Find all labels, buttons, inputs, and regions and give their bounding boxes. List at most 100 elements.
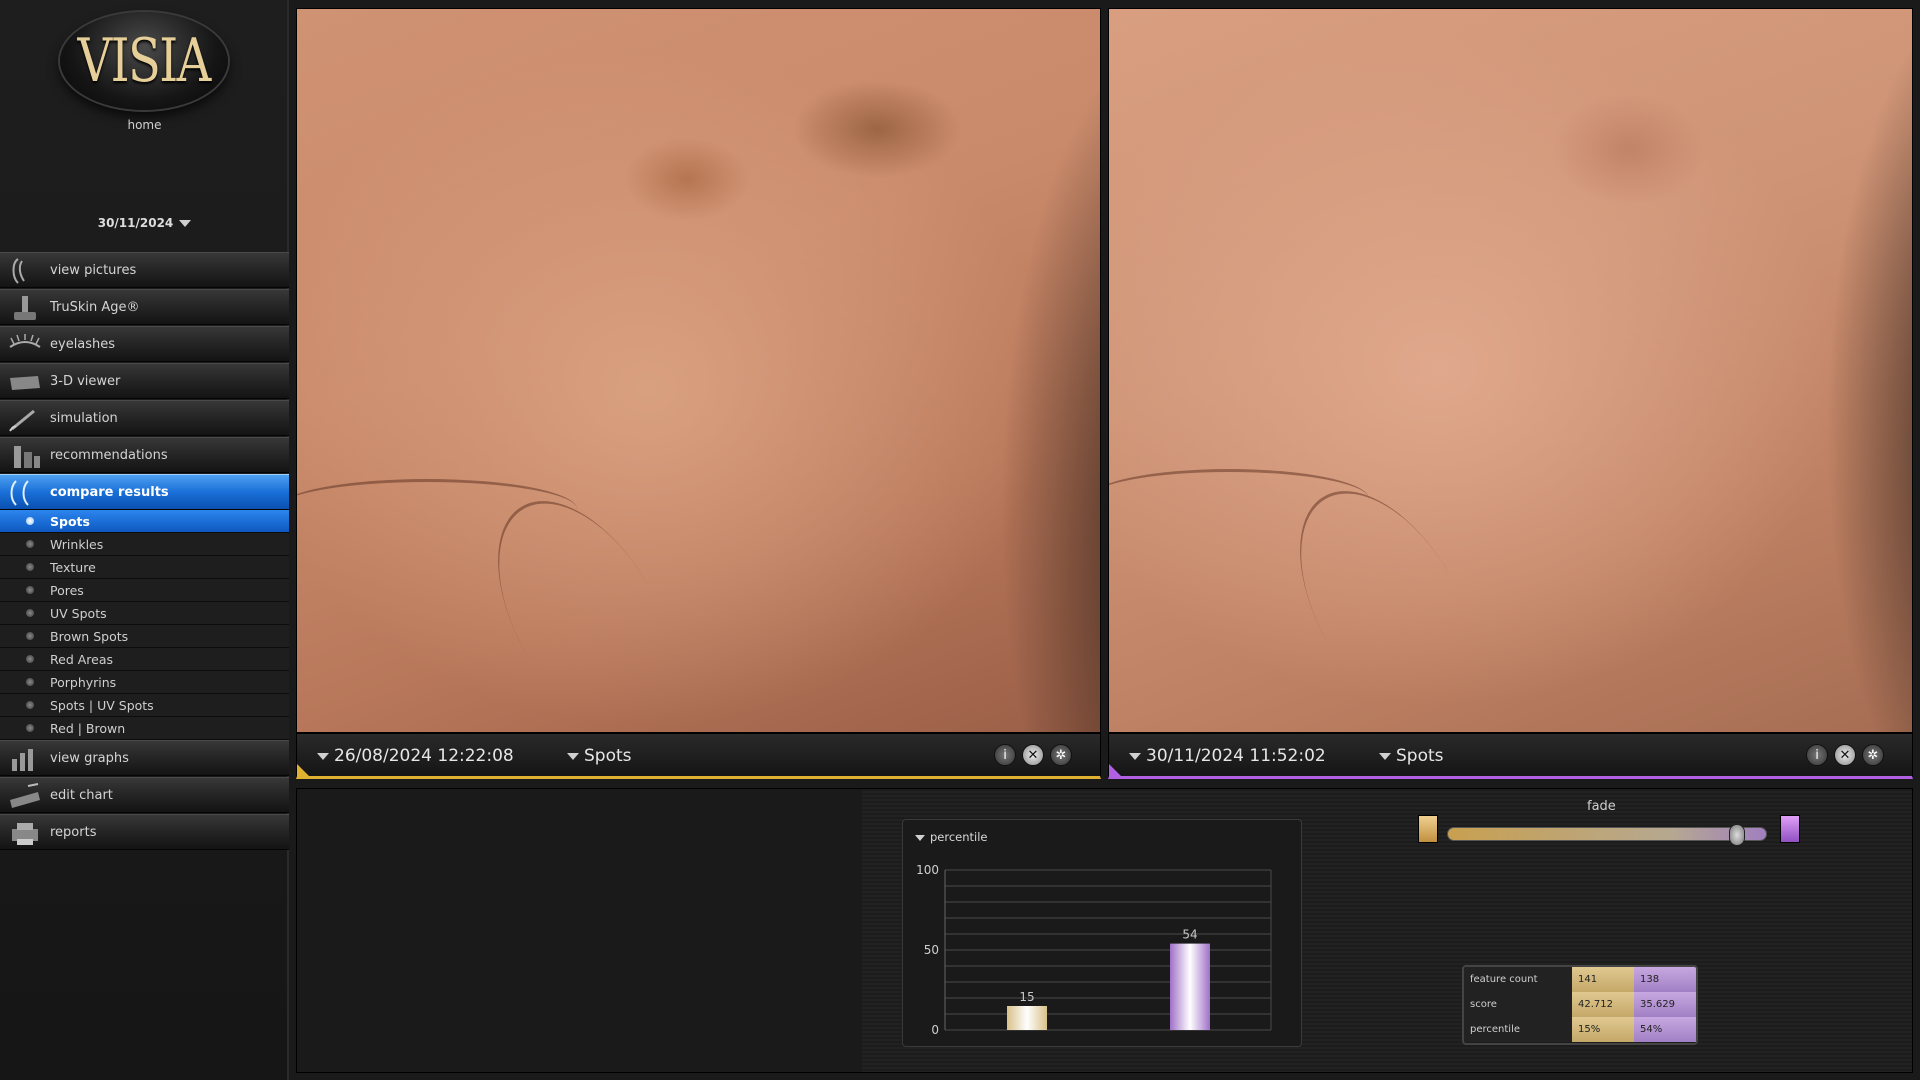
right-color-swatch — [1780, 815, 1800, 843]
y-tick-label: 100 — [916, 863, 939, 877]
bullet-icon — [26, 655, 34, 663]
left-image-toolbar: 26/08/2024 12:22:08 Spots ⅰ ✕ ✲ — [296, 733, 1101, 779]
bullet-icon — [26, 724, 34, 732]
face-profile-icon — [12, 258, 25, 284]
sub-item-spots-uv-spots[interactable]: Spots | UV Spots — [0, 694, 289, 717]
chevron-down-icon — [567, 752, 579, 760]
chart-title-selector[interactable]: percentile — [915, 830, 988, 844]
bar-0 — [1007, 1006, 1047, 1030]
sub-item-red-brown[interactable]: Red | Brown — [0, 717, 289, 740]
stat-row-percentile: percentile 15% 54% — [1464, 1017, 1696, 1042]
nav-view-graphs[interactable]: view graphs — [0, 740, 289, 776]
left-mode-selector[interactable]: Spots — [567, 746, 632, 766]
info-icon[interactable]: ⅰ — [994, 744, 1016, 766]
nav-simulation[interactable]: simulation — [0, 400, 289, 436]
right-date-value: 30/11/2024 11:52:02 — [1146, 746, 1326, 766]
nav-eyelashes[interactable]: eyelashes — [0, 326, 289, 362]
stat-left-value: 15% — [1572, 1017, 1634, 1042]
sub-item-texture[interactable]: Texture — [0, 556, 289, 579]
nav-label: eyelashes — [50, 337, 116, 352]
accent-marker — [297, 764, 309, 776]
bullet-icon — [26, 586, 34, 594]
sub-item-label: Porphyrins — [50, 675, 117, 690]
sub-item-red-areas[interactable]: Red Areas — [0, 648, 289, 671]
nav-compare-results[interactable]: compare results — [0, 474, 289, 510]
nav-label: recommendations — [50, 448, 168, 463]
fade-label: fade — [1587, 799, 1616, 814]
sub-item-label: Spots | UV Spots — [50, 698, 154, 713]
stat-name: feature count — [1464, 967, 1572, 992]
sub-item-label: Spots — [50, 514, 90, 529]
bullet-icon — [26, 701, 34, 709]
sub-item-brown-spots[interactable]: Brown Spots — [0, 625, 289, 648]
settings-icon[interactable]: ✲ — [1862, 744, 1884, 766]
right-face-image[interactable] — [1108, 8, 1913, 733]
stat-name: percentile — [1464, 1017, 1572, 1042]
right-date-selector[interactable]: 30/11/2024 11:52:02 — [1129, 746, 1326, 766]
stat-right-value: 54% — [1634, 1017, 1696, 1042]
nav-label: simulation — [50, 411, 118, 426]
stat-row-feature-count: feature count 141 138 — [1464, 967, 1696, 992]
bar-1 — [1170, 943, 1210, 1030]
eyelash-icon — [9, 334, 41, 348]
nav-edit-chart[interactable]: edit chart — [0, 777, 289, 813]
left-mode-value: Spots — [584, 746, 632, 766]
stat-right-value: 138 — [1634, 967, 1696, 992]
accent-marker — [1109, 764, 1121, 776]
info-icon[interactable]: ⅰ — [1806, 744, 1828, 766]
blank-area — [297, 789, 862, 1072]
nav-3d-viewer[interactable]: 3-D viewer — [0, 363, 289, 399]
date-selector[interactable]: 30/11/2024 — [0, 216, 289, 230]
left-date-selector[interactable]: 26/08/2024 12:22:08 — [317, 746, 514, 766]
bullet-icon — [26, 609, 34, 617]
stat-right-value: 35.629 — [1634, 992, 1696, 1017]
bullet-icon — [26, 563, 34, 571]
sub-item-label: UV Spots — [50, 606, 107, 621]
stat-left-value: 141 — [1572, 967, 1634, 992]
nav-view-pictures[interactable]: view pictures — [0, 252, 289, 288]
right-mode-selector[interactable]: Spots — [1379, 746, 1444, 766]
settings-icon[interactable]: ✲ — [1050, 744, 1072, 766]
chart-title: percentile — [930, 830, 988, 844]
left-face-image[interactable] — [296, 8, 1101, 733]
fade-slider-thumb[interactable] — [1728, 824, 1745, 846]
chevron-down-icon — [179, 220, 192, 227]
nav-label: TruSkin Age® — [50, 300, 140, 315]
graph-icon — [12, 749, 33, 771]
sub-item-label: Brown Spots — [50, 629, 129, 644]
nav-truskin-age[interactable]: TruSkin Age® — [0, 289, 289, 325]
chart-edit-icon — [10, 783, 40, 808]
y-tick-label: 50 — [924, 943, 939, 957]
stat-name: score — [1464, 992, 1572, 1017]
home-link[interactable]: home — [0, 118, 289, 132]
sub-item-spots[interactable]: Spots — [0, 510, 289, 533]
chevron-down-icon — [915, 834, 925, 841]
bar-value-label: 15 — [1019, 990, 1034, 1004]
sub-item-label: Red | Brown — [50, 721, 126, 736]
sub-item-wrinkles[interactable]: Wrinkles — [0, 533, 289, 556]
fade-slider[interactable] — [1447, 824, 1767, 846]
compare-faces-icon — [10, 480, 29, 506]
right-mode-value: Spots — [1396, 746, 1444, 766]
sub-item-label: Wrinkles — [50, 537, 104, 552]
nav-label: compare results — [50, 485, 169, 500]
bullet-icon — [26, 678, 34, 686]
chart-svg: 0 50 100 15 54 — [916, 863, 1272, 1037]
3d-glasses-icon — [10, 376, 40, 390]
sidebar: VISIA home 30/11/2024 view pictures TruS… — [0, 0, 289, 1080]
brush-icon — [9, 409, 35, 432]
sub-item-porphyrins[interactable]: Porphyrins — [0, 671, 289, 694]
close-icon[interactable]: ✕ — [1834, 744, 1856, 766]
visia-app: VISIA home 30/11/2024 view pictures TruS… — [0, 0, 1920, 1080]
nav-recommendations[interactable]: recommendations — [0, 437, 289, 473]
visia-logo[interactable]: VISIA — [60, 12, 228, 110]
nav-reports[interactable]: reports — [0, 814, 289, 850]
joystick-icon — [14, 296, 36, 320]
sub-item-pores[interactable]: Pores — [0, 579, 289, 602]
close-icon[interactable]: ✕ — [1022, 744, 1044, 766]
sub-item-uv-spots[interactable]: UV Spots — [0, 602, 289, 625]
nav-label: reports — [50, 825, 97, 840]
stat-row-score: score 42.712 35.629 — [1464, 992, 1696, 1017]
right-image-toolbar: 30/11/2024 11:52:02 Spots ⅰ ✕ ✲ — [1108, 733, 1913, 779]
date-selector-value: 30/11/2024 — [97, 216, 174, 230]
